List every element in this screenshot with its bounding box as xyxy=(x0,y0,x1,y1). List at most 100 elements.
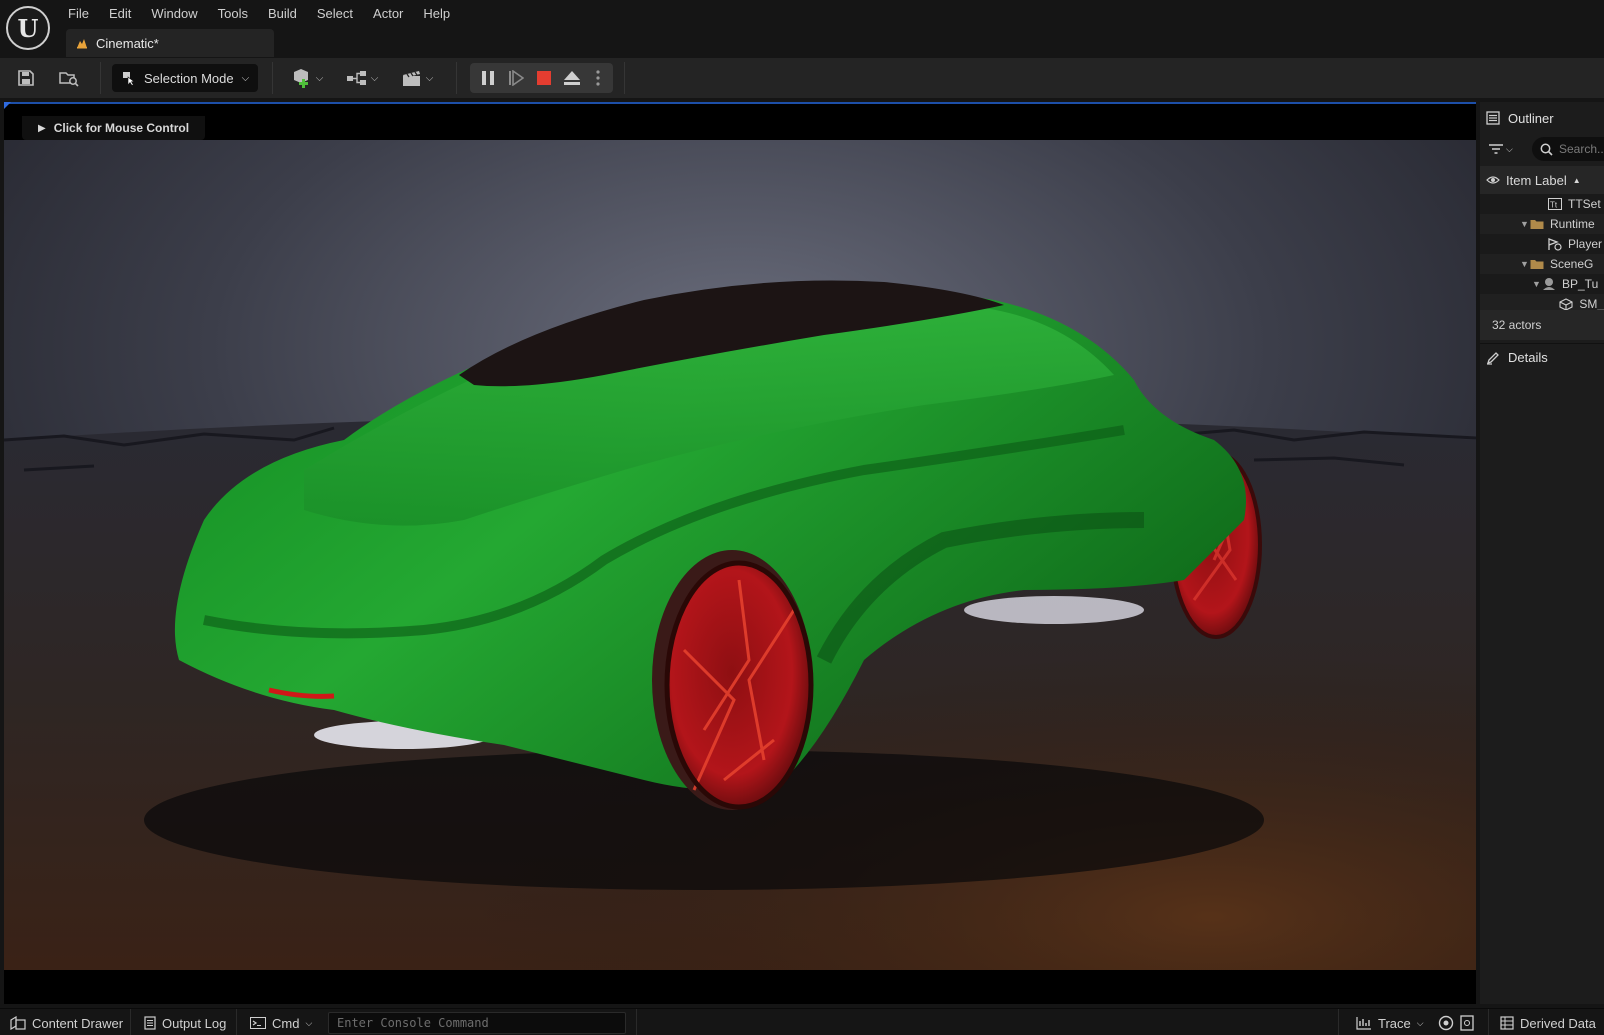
selection-mode-label: Selection Mode xyxy=(144,70,234,86)
menu-help[interactable]: Help xyxy=(413,2,460,22)
menu-tools[interactable]: Tools xyxy=(208,2,258,22)
outliner-column-header: Item Label ▲ xyxy=(1480,166,1604,194)
outliner-list-icon xyxy=(1486,111,1500,125)
status-bar: Content Drawer Output Log Cmd ⌵ Enter Co… xyxy=(0,1008,1604,1035)
cinematics-button[interactable]: ⌵ xyxy=(398,65,436,91)
folder-icon xyxy=(1530,257,1544,271)
chevron-down-icon: ⌵ xyxy=(370,72,379,84)
play-options-button[interactable] xyxy=(588,65,608,91)
outliner-row-label: SceneG xyxy=(1550,257,1594,271)
eye-icon xyxy=(1486,176,1500,184)
save-button[interactable] xyxy=(14,65,38,91)
menu-build[interactable]: Build xyxy=(258,2,307,22)
statusbar-separator xyxy=(636,1009,637,1035)
play-controls xyxy=(470,63,613,93)
step-frame-button[interactable] xyxy=(504,65,528,91)
trace-icon xyxy=(1356,1017,1371,1030)
source-control-button[interactable] xyxy=(1438,1012,1454,1034)
trace-label: Trace xyxy=(1378,1015,1411,1031)
level-document-tab[interactable]: Cinematic* xyxy=(66,29,274,57)
selection-mode-dropdown[interactable]: Selection Mode ⌵ xyxy=(112,64,258,92)
main-toolbar: Selection Mode ⌵ ⌵ ⌵ ⌵ xyxy=(0,58,1604,98)
save-icon xyxy=(18,70,34,86)
statusbar-separator xyxy=(1488,1009,1489,1035)
search-icon xyxy=(1540,143,1553,156)
outliner-row-label: SM_ xyxy=(1579,297,1604,311)
outliner-row[interactable]: Tt TTSet xyxy=(1480,194,1604,214)
output-log-button[interactable]: Output Log xyxy=(144,1012,226,1034)
output-log-icon xyxy=(144,1016,156,1030)
content-drawer-button[interactable]: Content Drawer xyxy=(10,1012,123,1034)
output-log-label: Output Log xyxy=(162,1015,227,1031)
blueprint-actor-icon xyxy=(1542,277,1556,291)
chevron-down-icon: ⌵ xyxy=(425,72,434,84)
text-render-icon: Tt xyxy=(1548,197,1562,211)
outliner-row[interactable]: Player xyxy=(1480,234,1604,254)
step-forward-icon xyxy=(509,70,524,86)
menubar: U File Edit Window Tools Build Select Ac… xyxy=(0,0,1604,58)
expand-arrow-icon[interactable]: ▼ xyxy=(1520,219,1530,229)
console-command-input[interactable]: Enter Console Command xyxy=(328,1012,626,1034)
content-drawer-icon xyxy=(10,1016,26,1030)
pause-button[interactable] xyxy=(476,65,500,91)
level-tab-label: Cinematic* xyxy=(96,35,159,51)
outliner-row-label: Runtime xyxy=(1550,217,1595,231)
trace-dropdown[interactable]: Trace ⌵ xyxy=(1356,1012,1424,1034)
outliner-tab-label: Outliner xyxy=(1508,110,1554,126)
toolbar-separator xyxy=(272,62,273,94)
static-mesh-icon xyxy=(1559,297,1573,311)
content-drawer-label: Content Drawer xyxy=(32,1015,124,1031)
revision-control-button[interactable] xyxy=(1460,1012,1474,1034)
search-placeholder: Search... xyxy=(1559,142,1604,156)
outliner-tab[interactable]: Outliner xyxy=(1480,104,1604,132)
derived-data-button[interactable]: Derived Data xyxy=(1500,1012,1596,1034)
outliner-row-label: Player xyxy=(1568,237,1603,251)
stop-button[interactable] xyxy=(532,65,556,91)
expand-arrow-icon[interactable]: ▼ xyxy=(1532,279,1542,289)
folder-search-icon xyxy=(59,72,79,87)
sort-ascending-icon: ▲ xyxy=(1572,175,1581,185)
details-tab-label: Details xyxy=(1508,350,1548,365)
revision-icon xyxy=(1460,1015,1474,1031)
menu-edit[interactable]: Edit xyxy=(99,2,141,22)
add-actor-icon xyxy=(293,69,308,88)
chevron-down-icon: ⌵ xyxy=(315,72,324,84)
selection-cursor-icon xyxy=(123,72,135,86)
outliner-row[interactable]: ▼ Runtime xyxy=(1480,214,1604,234)
derived-data-label: Derived Data xyxy=(1520,1015,1596,1031)
unreal-logo-icon[interactable]: U xyxy=(6,6,50,50)
menu-file[interactable]: File xyxy=(58,2,99,22)
item-label-column[interactable]: Item Label ▲ xyxy=(1506,173,1581,188)
statusbar-separator xyxy=(236,1009,237,1035)
terminal-icon xyxy=(250,1017,266,1029)
blueprints-button[interactable]: ⌵ xyxy=(343,65,381,91)
outliner-row[interactable]: ▼ BP_Tu xyxy=(1480,274,1604,294)
menu-actor[interactable]: Actor xyxy=(363,2,413,22)
stop-icon xyxy=(537,71,551,85)
outliner-search-input[interactable]: Search... xyxy=(1532,137,1604,161)
filter-icon xyxy=(1489,144,1503,154)
menu-select[interactable]: Select xyxy=(307,2,363,22)
chevron-down-icon: ⌵ xyxy=(241,72,250,84)
statusbar-separator xyxy=(1338,1009,1339,1035)
pencil-icon xyxy=(1486,351,1499,365)
chevron-down-icon: ⌵ xyxy=(1506,143,1513,154)
outliner-filter-button[interactable]: ⌵ xyxy=(1488,139,1520,159)
mouse-control-hint[interactable]: ▶ Click for Mouse Control xyxy=(22,116,206,140)
expand-arrow-icon[interactable]: ▼ xyxy=(1520,259,1530,269)
outliner-row[interactable]: ▼ SceneG xyxy=(1480,254,1604,274)
actor-count: 32 actors xyxy=(1480,310,1604,340)
add-actor-button[interactable]: ⌵ xyxy=(288,65,326,91)
derived-data-icon xyxy=(1500,1016,1514,1030)
toolbar-separator xyxy=(100,62,101,94)
details-tab[interactable]: Details xyxy=(1480,343,1604,371)
browse-level-button[interactable] xyxy=(56,65,82,91)
viewport-focus-line xyxy=(4,102,1476,104)
menu-window[interactable]: Window xyxy=(141,2,207,22)
cmd-dropdown[interactable]: Cmd ⌵ xyxy=(250,1012,312,1034)
right-side-panel: Outliner ⌵ Search... Item Label ▲ Tt TTS… xyxy=(1480,102,1604,1004)
visibility-column-button[interactable] xyxy=(1480,175,1506,185)
outliner-search-row: ⌵ Search... xyxy=(1480,134,1604,164)
eject-button[interactable] xyxy=(560,65,584,91)
level-viewport[interactable]: ▶ Click for Mouse Control xyxy=(4,102,1476,1004)
